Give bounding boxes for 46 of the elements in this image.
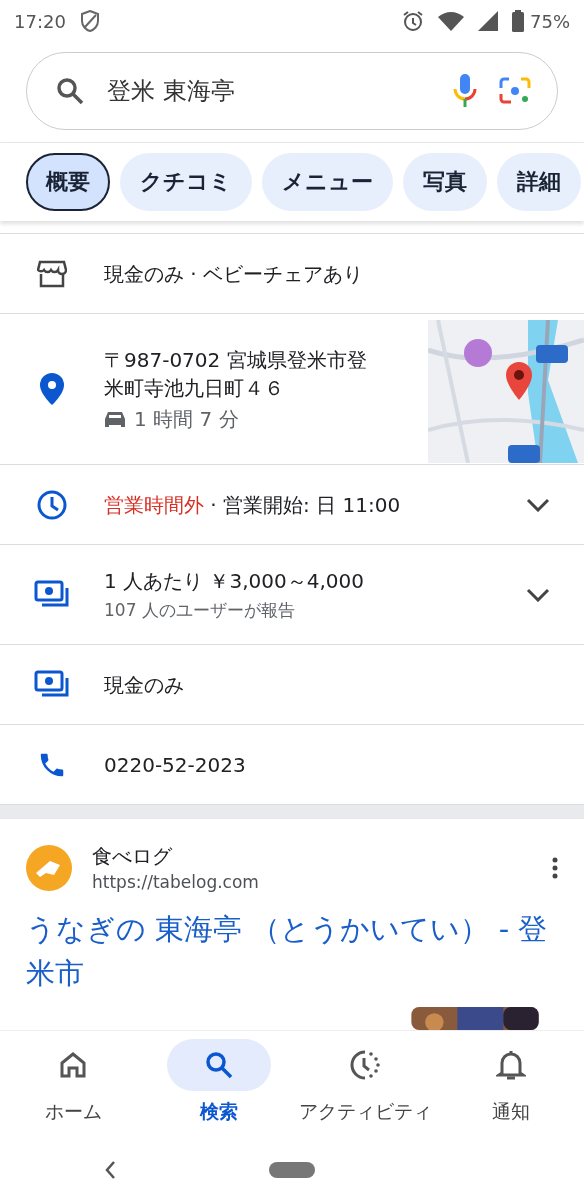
microphone-icon[interactable] [453, 74, 477, 108]
hours-text: 営業時間外 · 営業開始: 日 11:00 [104, 491, 402, 519]
shield-icon [79, 10, 100, 32]
home-icon [58, 1050, 88, 1080]
price-text: 1 人あたり ￥3,000～4,000 [104, 568, 365, 595]
info-text: 現金のみ [104, 671, 185, 699]
back-icon[interactable] [104, 1160, 116, 1180]
location-pin-icon [40, 373, 64, 405]
clock-time: 17:20 [14, 10, 66, 32]
result-title-link[interactable]: うなぎの 東海亭 （とうかいてい） - 登米市 [26, 908, 558, 995]
money-icon [34, 579, 70, 610]
info-text: 0220-52-2023 [104, 751, 247, 779]
tab[interactable]: 概要 [26, 153, 110, 211]
site-url: https://tabelog.com [92, 872, 260, 892]
camera-icon[interactable] [499, 76, 531, 106]
clock-icon [36, 488, 68, 521]
info-text: 現金のみ · ベビーチェアあり [104, 260, 365, 288]
tab[interactable]: メニュー [262, 153, 393, 211]
alarm-icon [402, 10, 424, 32]
car-icon [104, 410, 126, 428]
travel-time: 1 時間 7 分 [134, 405, 239, 433]
chevron-icon[interactable] [526, 587, 550, 602]
report-count: 107 人のユーザーが報告 [104, 599, 296, 622]
nav-tab[interactable]: アクティビティ [292, 1031, 438, 1140]
battery-icon [512, 10, 524, 32]
activity-icon [348, 1048, 382, 1082]
site-name: 食べログ [92, 843, 173, 870]
money-icon [34, 669, 70, 700]
bell-icon [496, 1049, 526, 1081]
nav-tab[interactable]: ホーム [0, 1031, 146, 1140]
address-text: 〒987-0702 宮城県登米市登米町寺池九日町４６ [104, 346, 368, 402]
search-icon [55, 76, 85, 106]
tab[interactable]: 詳細 [497, 153, 581, 211]
store-icon [37, 259, 67, 288]
signal-icon [478, 11, 498, 31]
tab[interactable]: クチコミ [120, 153, 252, 211]
chevron-icon[interactable] [526, 497, 550, 512]
battery-percent: 75% [530, 10, 570, 32]
wifi-icon [438, 11, 464, 31]
tab[interactable]: 写真 [403, 153, 487, 211]
search-icon [204, 1050, 234, 1080]
nav-tab[interactable]: 通知 [438, 1031, 584, 1140]
nav-tab[interactable]: 検索 [146, 1031, 292, 1140]
home-handle[interactable] [269, 1162, 315, 1178]
site-logo-icon [26, 844, 72, 891]
more-icon[interactable] [552, 856, 558, 879]
